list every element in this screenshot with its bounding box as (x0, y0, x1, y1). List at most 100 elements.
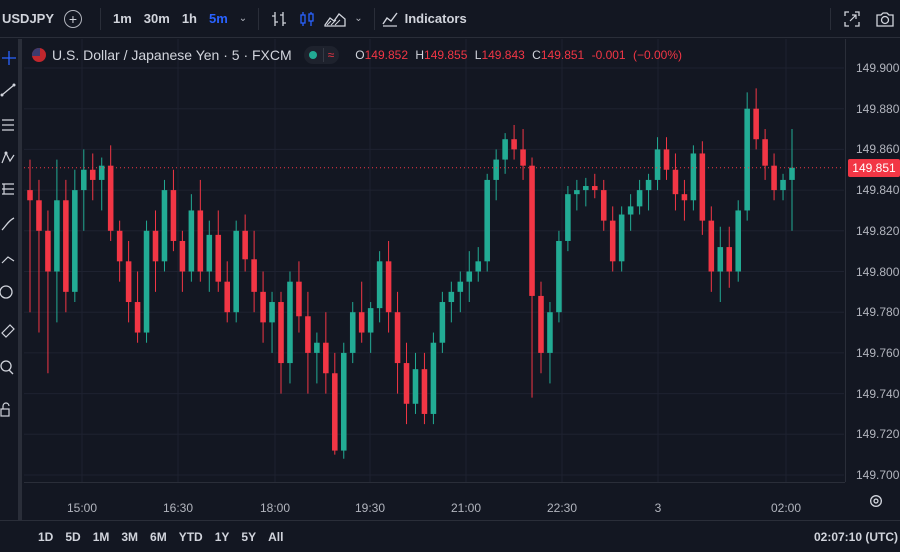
price-scale[interactable]: 149.900 149.880 149.860 149.840 149.820 149.8… (845, 39, 900, 482)
brush-icon[interactable] (0, 215, 18, 233)
range-1y-button[interactable]: 1Y (209, 530, 236, 544)
interval-1m-button[interactable]: 1m (107, 0, 138, 38)
symbol-search-button[interactable]: USDJPY (0, 0, 60, 38)
time-tick-label: 16:30 (162, 501, 194, 515)
candle-body (690, 153, 697, 201)
interval-chevron-icon[interactable]: ⌄ (234, 13, 252, 24)
candle (394, 291, 401, 394)
candle-body (206, 234, 213, 272)
candle-body (600, 190, 607, 221)
candle (224, 261, 231, 323)
toolbar-divider (258, 7, 260, 30)
candle (63, 179, 69, 313)
market-status-badge[interactable]: ≈ (303, 46, 340, 64)
range-1m-button[interactable]: 1M (87, 530, 116, 544)
fib-icon[interactable] (0, 117, 18, 135)
candle (125, 240, 132, 323)
candle (143, 220, 150, 343)
lock-icon[interactable] (0, 401, 18, 419)
close-value: 149.851 (540, 48, 585, 62)
close-label: C (532, 48, 541, 62)
ohlc-values: O149.852 H149.855 L149.843 C149.851 -0.0… (351, 48, 682, 62)
candle-body (699, 153, 706, 221)
price-tick-label: 149.880 (856, 101, 900, 116)
candle (717, 226, 724, 303)
candle (215, 210, 222, 292)
range-6m-button[interactable]: 6M (144, 530, 173, 544)
toolbar-divider (373, 7, 375, 30)
candle-style-icon[interactable] (293, 5, 321, 33)
candle (242, 214, 248, 272)
chart-type-chevron-icon[interactable]: ⌄ (349, 13, 367, 24)
candle-body (583, 186, 589, 191)
trend-line-icon[interactable] (0, 81, 18, 99)
snapshot-camera-icon[interactable] (871, 5, 899, 33)
candle-body (412, 369, 419, 404)
candle (152, 210, 159, 292)
candle (663, 137, 670, 180)
candle (493, 149, 499, 201)
utc-clock[interactable]: 02:07:10 (UTC) (814, 530, 898, 544)
range-5d-button[interactable]: 5D (59, 530, 86, 544)
candle (753, 88, 759, 150)
candle-body (134, 302, 141, 333)
range-ytd-button[interactable]: YTD (173, 530, 209, 544)
range-1d-button[interactable]: 1D (32, 530, 59, 544)
low-value: 149.843 (481, 48, 525, 62)
area-style-icon[interactable] (321, 5, 349, 33)
interval-1h-button[interactable]: 1h (176, 0, 203, 38)
range-5y-button[interactable]: 5Y (235, 530, 262, 544)
candle (98, 157, 105, 211)
candle (708, 206, 715, 292)
chart-pane[interactable] (24, 39, 844, 482)
candle (574, 179, 580, 211)
candle (385, 240, 392, 333)
forecast-icon[interactable] (0, 251, 18, 269)
range-3m-button[interactable]: 3M (115, 530, 144, 544)
candle (627, 194, 634, 231)
candle (349, 302, 356, 364)
price-tick-label: 149.860 (856, 142, 900, 157)
zoom-icon[interactable] (0, 359, 18, 377)
candle-body (116, 230, 123, 262)
candle (699, 141, 706, 235)
candlestick-chart[interactable] (24, 39, 844, 482)
candle-body (376, 261, 383, 309)
candle (636, 179, 643, 215)
ruler-icon[interactable] (0, 321, 18, 339)
fib-channel-icon[interactable] (0, 181, 18, 199)
price-tick-label: 149.740 (856, 386, 900, 401)
interval-30m-button[interactable]: 30m (138, 0, 176, 38)
candle (681, 179, 688, 221)
candle-body (439, 302, 446, 343)
candle (197, 179, 204, 282)
candle-body (502, 139, 508, 160)
chart-legend: U.S. Dollar / Japanese Yen · 5 · FXCM ≈ … (32, 46, 682, 64)
price-tick-label: 149.820 (856, 223, 900, 238)
candle-body (170, 190, 177, 241)
candle (538, 281, 544, 374)
interval-5m-button[interactable]: 5m (203, 0, 234, 38)
open-value: 149.852 (364, 48, 408, 62)
bottom-toolbar: 1D 5D 1M 3M 6M YTD 1Y 5Y All 02:07:10 (U… (0, 520, 900, 552)
crosshair-icon[interactable] (0, 49, 18, 67)
bar-style-icon[interactable] (265, 5, 293, 33)
indicators-button[interactable]: Indicators (381, 0, 467, 38)
compare-add-icon[interactable]: + (64, 9, 82, 28)
circle-icon[interactable] (0, 283, 18, 301)
candle (771, 153, 777, 201)
legend-title[interactable]: U.S. Dollar / Japanese Yen · 5 · FXCM (52, 47, 292, 63)
candle-body (27, 190, 33, 201)
time-scale[interactable]: 15:00 16:30 18:00 19:30 21:00 22:30 3 02:00 (24, 482, 882, 520)
candle (789, 129, 795, 231)
candle-body (430, 342, 437, 414)
candle-body (260, 291, 266, 323)
candle (645, 173, 652, 211)
range-all-button[interactable]: All (262, 530, 289, 544)
price-tick-label: 149.900 (856, 61, 900, 75)
fullscreen-icon[interactable] (838, 5, 866, 33)
candle (780, 173, 786, 201)
pattern-icon[interactable] (0, 149, 18, 167)
candle-body (726, 247, 733, 272)
gear-icon[interactable] (868, 493, 884, 509)
